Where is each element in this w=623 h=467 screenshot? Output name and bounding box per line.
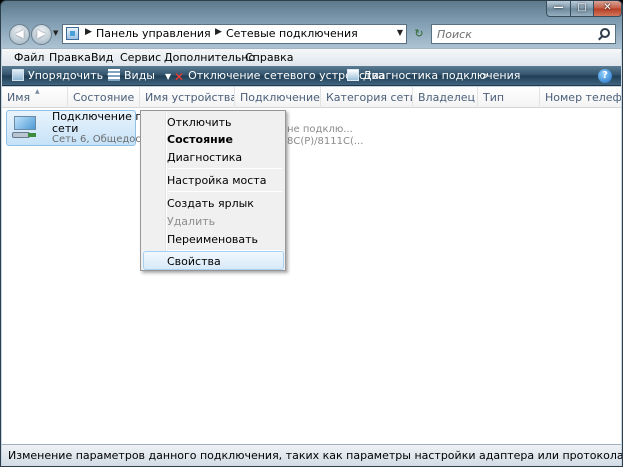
breadcrumb-separator-icon[interactable]: ▶ [215, 27, 222, 37]
disable-x-icon: ✕ [174, 70, 185, 84]
menu-item-status[interactable]: Состояние [167, 133, 233, 146]
chevron-down-icon: ▼ [165, 72, 172, 81]
column-status[interactable]: Состояние [68, 87, 140, 108]
column-device-name[interactable]: Имя устройства [140, 87, 235, 108]
menu-advanced[interactable]: Дополнительно [164, 51, 255, 64]
menu-tools[interactable]: Сервис [120, 51, 161, 64]
views-label: Виды [124, 69, 155, 82]
menu-separator [168, 168, 282, 169]
column-header: Имя ▲ Состояние Имя устройства Подключен… [2, 87, 621, 108]
diagnose-icon [347, 69, 359, 81]
views-button[interactable]: Виды ▼ [108, 69, 171, 82]
forward-arrow-icon: ▶ [37, 27, 46, 40]
file-list[interactable]: Имя ▲ Состояние Имя устройства Подключен… [2, 87, 621, 444]
network-adapter-icon [11, 114, 39, 140]
minimize-button[interactable]: — [546, 1, 571, 17]
menu-separator [168, 191, 282, 192]
menu-file[interactable]: Файл [14, 51, 44, 64]
menu-bar: Файл Правка Вид Сервис Дополнительно Спр… [2, 48, 621, 66]
diagnose-button[interactable]: Диагностика подключения [347, 69, 520, 82]
column-connectivity[interactable]: Подключение [235, 87, 321, 108]
maximize-button[interactable]: □ [570, 1, 594, 17]
menu-item-disable[interactable]: Отключить [167, 116, 232, 129]
menu-item-create-shortcut[interactable]: Создать ярлык [167, 197, 254, 210]
more-commands-icon[interactable]: » [482, 69, 489, 82]
breadcrumb-separator-icon[interactable]: ▶ [85, 27, 92, 37]
help-icon[interactable]: ? [598, 69, 612, 83]
status-text: Изменение параметров данного подключения… [8, 449, 623, 462]
recent-pages-dropdown[interactable]: ▼ [53, 29, 61, 39]
column-type[interactable]: Тип [478, 87, 540, 108]
close-button[interactable]: ✕ [593, 1, 622, 17]
minimize-icon: — [553, 2, 564, 13]
menu-item-bridge[interactable]: Настройка моста [167, 174, 266, 187]
list-item[interactable]: Подключение по ло сети Сеть 6, Общедосту… [6, 110, 167, 146]
address-dropdown-icon[interactable]: ▼ [397, 28, 403, 37]
menu-edit[interactable]: Правка [49, 51, 91, 64]
address-bar[interactable]: ▶ Панель управления ▶ Сетевые подключени… [62, 24, 407, 44]
diagnose-label: Диагностика подключения [363, 69, 521, 82]
close-icon: ✕ [603, 2, 612, 13]
menu-item-properties[interactable]: Свойства [167, 255, 221, 268]
breadcrumb-network-connections[interactable]: Сетевые подключения [226, 27, 358, 40]
menu-item-rename[interactable]: Переименовать [167, 233, 258, 246]
column-phone-number[interactable]: Номер телеф... [540, 87, 621, 108]
maximize-icon: □ [577, 2, 587, 13]
column-network-category[interactable]: Категория сети [321, 87, 413, 108]
views-icon [108, 69, 120, 81]
forward-button[interactable]: ▶ [31, 24, 52, 45]
back-button[interactable]: ◀ [9, 24, 30, 45]
menu-view[interactable]: Вид [91, 51, 113, 64]
menu-help[interactable]: Справка [245, 51, 293, 64]
connection-status-partial: не подклю... [287, 124, 353, 135]
context-menu: Отключить Состояние Диагностика Настройк… [140, 110, 286, 271]
breadcrumb-control-panel[interactable]: Панель управления [96, 27, 211, 40]
menu-separator [168, 250, 282, 251]
menu-item-delete: Удалить [167, 215, 216, 228]
organize-icon [12, 69, 24, 81]
search-placeholder: Поиск [437, 28, 472, 41]
status-bar: Изменение параметров данного подключения… [2, 444, 623, 466]
explorer-window: — □ ✕ ◀ ▶ ▼ ▶ Панель управления ▶ Сетевы… [0, 0, 623, 467]
search-icon[interactable] [600, 28, 610, 38]
menu-item-diagnose[interactable]: Диагностика [167, 151, 242, 164]
connection-device-partial: 8C(P)/8111C(... [287, 136, 364, 147]
sort-arrow-icon: ▲ [35, 88, 40, 95]
organize-button[interactable]: Упорядочить▼ [12, 69, 113, 82]
column-owner[interactable]: Владелец [413, 87, 478, 108]
back-arrow-icon: ◀ [15, 27, 24, 40]
organize-label: Упорядочить [28, 69, 104, 82]
command-bar: Упорядочить▼ Виды▼ ✕Отключение сетевого … [2, 66, 621, 86]
search-input[interactable]: Поиск [431, 24, 616, 44]
refresh-button[interactable]: ↻ [409, 24, 429, 44]
control-panel-icon [66, 27, 79, 40]
